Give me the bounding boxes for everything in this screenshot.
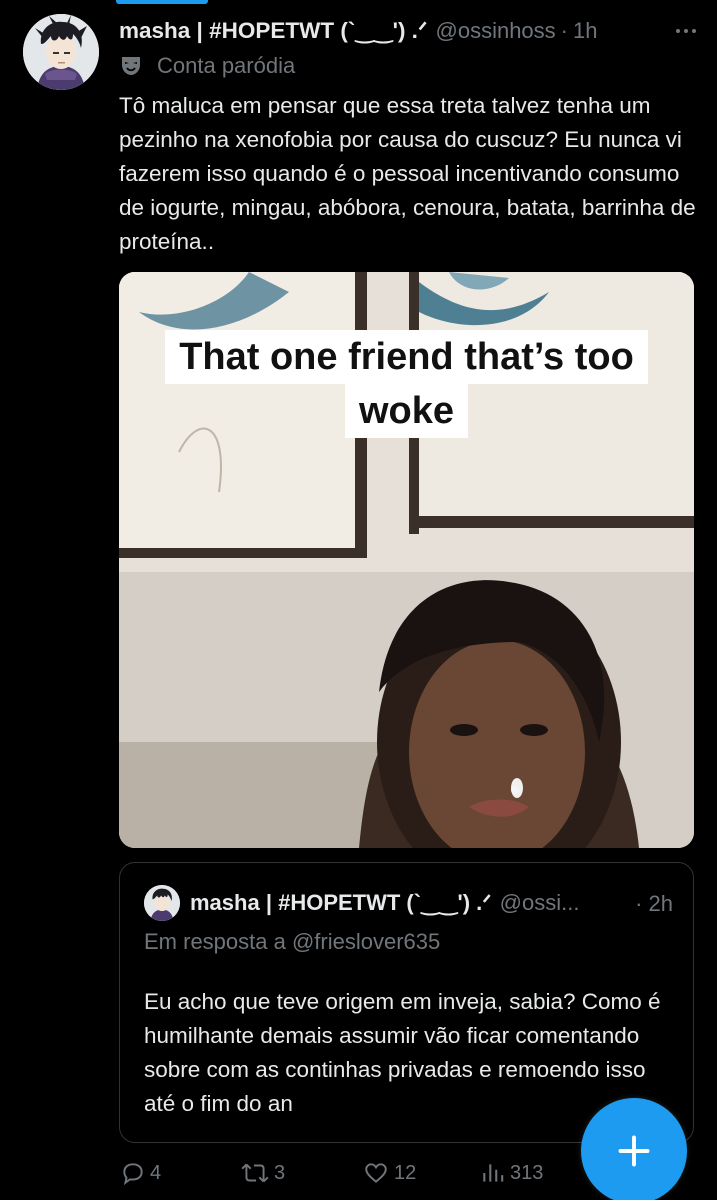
separator-dot: · — [635, 891, 643, 916]
parody-label: Conta paródia — [119, 50, 295, 82]
author-display-name[interactable]: masha | #HOPETWT (`‿‿') .ᐟ — [119, 18, 428, 44]
quoted-tweet-timestamp: 2h — [648, 891, 673, 916]
plus-icon — [618, 1135, 650, 1167]
views-count: 313 — [510, 1161, 544, 1184]
retweet-button[interactable]: 3 — [240, 1160, 285, 1186]
quoted-author-handle: @ossi... — [499, 890, 580, 915]
reply-count: 4 — [150, 1161, 162, 1184]
reply-button[interactable]: 4 — [120, 1160, 161, 1186]
author-handle[interactable]: @ossinhoss — [436, 18, 556, 44]
like-button[interactable]: 12 — [362, 1160, 416, 1186]
quoted-tweet-header: masha | #HOPETWT (`‿‿') .ᐟ @ossi... · 2h — [144, 883, 673, 923]
tweet-timestamp[interactable]: 1h — [573, 18, 597, 44]
quoted-tweet-time: · 2h — [635, 891, 673, 917]
retweet-count: 3 — [274, 1161, 286, 1184]
views-chart-icon — [483, 1164, 504, 1182]
like-count: 12 — [394, 1161, 417, 1184]
media-caption: That one friend that’s too woke — [119, 330, 694, 438]
media-caption-line-1: That one friend that’s too — [165, 330, 648, 384]
quoted-tweet-text: Eu acho que teve origem em inveja, sabia… — [144, 989, 661, 1116]
author-avatar[interactable] — [23, 14, 99, 90]
views-button[interactable]: 313 — [480, 1160, 543, 1186]
heart-icon — [365, 1163, 387, 1183]
more-horizontal-icon[interactable] — [671, 18, 701, 44]
tweet-header: masha | #HOPETWT (`‿‿') .ᐟ @ossinhoss · … — [119, 14, 701, 48]
compose-button[interactable] — [581, 1098, 687, 1200]
media-caption-line-2: woke — [344, 384, 469, 438]
quoted-author-avatar — [144, 885, 180, 921]
tweet-text: Tô maluca em pensar que essa treta talve… — [119, 93, 696, 254]
retweet-icon — [241, 1163, 269, 1183]
tweet-media-image[interactable]: That one friend that’s too woke — [119, 272, 694, 848]
separator-dot: · — [560, 18, 568, 43]
reply-icon — [123, 1163, 143, 1186]
theater-mask-icon — [122, 57, 140, 75]
parody-label-text: Conta paródia — [157, 53, 296, 78]
quoted-author-display-name: masha | #HOPETWT (`‿‿') .ᐟ — [190, 890, 492, 915]
quoted-tweet[interactable]: masha | #HOPETWT (`‿‿') .ᐟ @ossi... · 2h… — [119, 862, 694, 1143]
top-tab-indicator — [116, 0, 208, 4]
quoted-reply-to[interactable]: Em resposta a @frieslover635 — [144, 929, 440, 955]
